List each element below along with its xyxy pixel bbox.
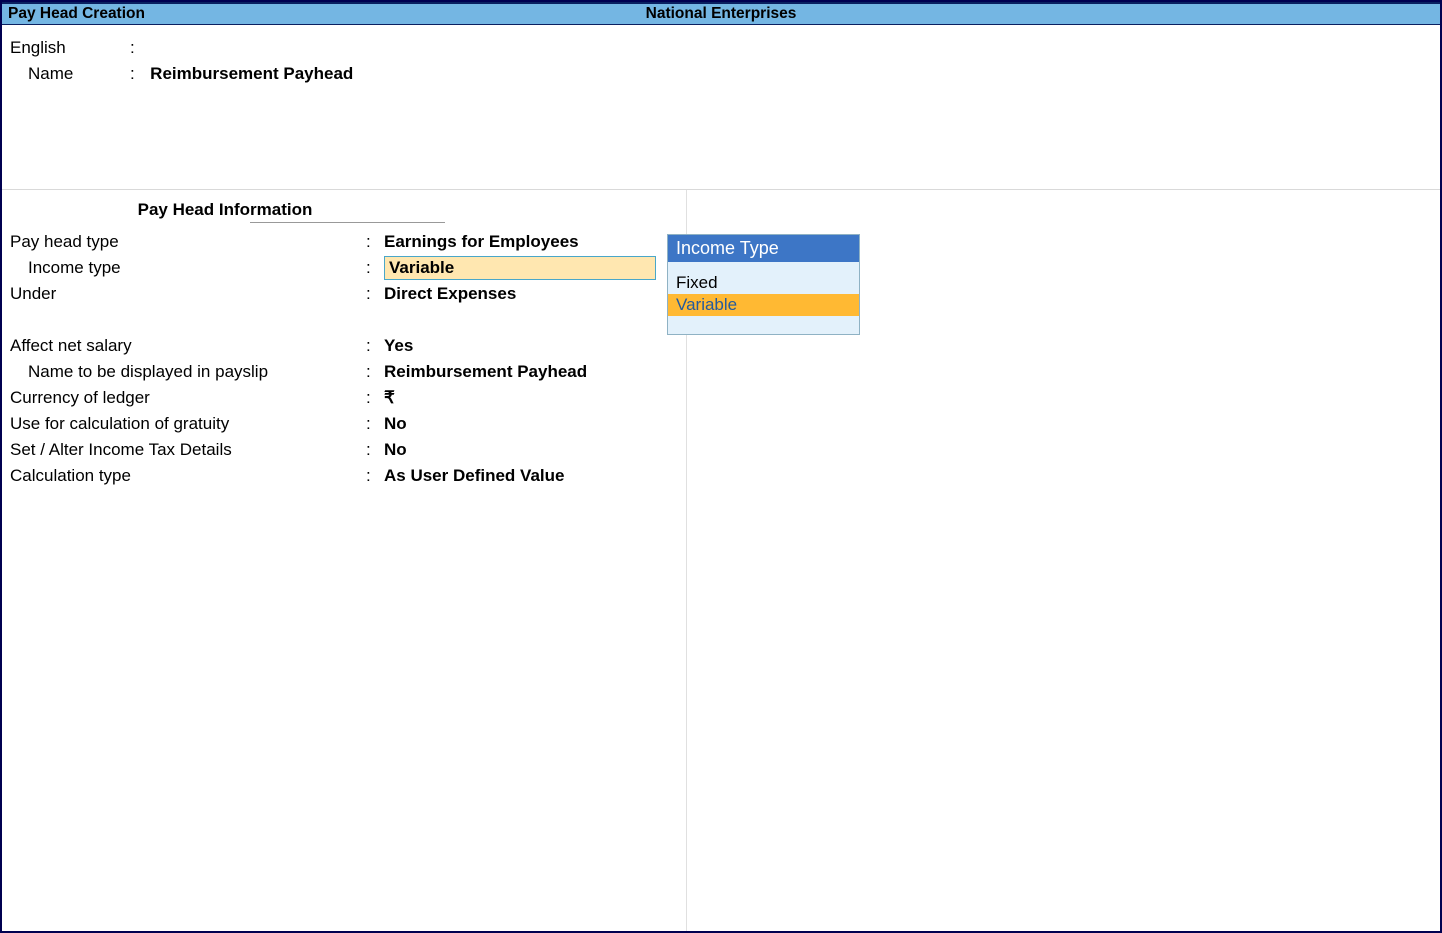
window-titlebar: Pay Head Creation National Enterprises [2, 2, 1440, 25]
colon: : [366, 281, 384, 307]
dropdown-option-variable[interactable]: Variable [668, 294, 859, 316]
section-title: Pay Head Information [10, 200, 440, 220]
income-type-input[interactable]: Variable [384, 256, 656, 280]
field-label: Name to be displayed in payslip [10, 359, 366, 385]
colon: : [366, 359, 384, 385]
field-value[interactable]: ₹ [384, 385, 395, 411]
field-label: Calculation type [10, 463, 366, 489]
name-row: Name : Reimbursement Payhead [10, 61, 1432, 87]
colon: : [366, 333, 384, 359]
field-value[interactable]: Reimbursement Payhead [384, 359, 587, 385]
field-affect-net-salary: Affect net salary : Yes [10, 333, 678, 359]
colon: : [366, 463, 384, 489]
field-value[interactable]: No [384, 437, 407, 463]
main-area: Pay Head Information Pay head type : Ear… [2, 190, 1440, 931]
field-label: Set / Alter Income Tax Details [10, 437, 366, 463]
field-income-type: Income type : Variable [10, 255, 678, 281]
income-type-dropdown: Income Type Fixed Variable [667, 234, 860, 335]
company-name: National Enterprises [646, 5, 797, 23]
field-currency: Currency of ledger : ₹ [10, 385, 678, 411]
name-label: Name [10, 61, 130, 87]
dropdown-bottom [668, 316, 859, 334]
colon: : [366, 255, 384, 281]
field-label: Under [10, 281, 366, 307]
field-value[interactable]: As User Defined Value [384, 463, 564, 489]
colon: : [366, 437, 384, 463]
language-label: English [10, 35, 130, 61]
colon: : [130, 35, 141, 61]
screen-title: Pay Head Creation [2, 5, 145, 23]
spacer [10, 307, 678, 333]
field-value[interactable]: Direct Expenses [384, 281, 516, 307]
field-tax-details: Set / Alter Income Tax Details : No [10, 437, 678, 463]
field-label: Use for calculation of gratuity [10, 411, 366, 437]
dropdown-gap [668, 262, 859, 272]
field-payslip-name: Name to be displayed in payslip : Reimbu… [10, 359, 678, 385]
language-row: English : [10, 35, 1432, 61]
colon: : [366, 411, 384, 437]
dropdown-title: Income Type [668, 235, 859, 262]
payhead-creation-window: Pay Head Creation National Enterprises E… [0, 0, 1442, 933]
field-label: Affect net salary [10, 333, 366, 359]
colon: : [366, 229, 384, 255]
field-under: Under : Direct Expenses [10, 281, 678, 307]
payhead-info-panel: Pay Head Information Pay head type : Ear… [2, 190, 686, 489]
section-underline [250, 222, 445, 223]
field-value[interactable]: Earnings for Employees [384, 229, 579, 255]
field-label: Currency of ledger [10, 385, 366, 411]
name-value[interactable]: Reimbursement Payhead [150, 61, 353, 87]
colon: : [130, 61, 150, 87]
field-gratuity: Use for calculation of gratuity : No [10, 411, 678, 437]
dropdown-option-fixed[interactable]: Fixed [668, 272, 859, 294]
field-pay-head-type: Pay head type : Earnings for Employees [10, 229, 678, 255]
colon: : [366, 385, 384, 411]
field-calculation-type: Calculation type : As User Defined Value [10, 463, 678, 489]
header-section: English : Name : Reimbursement Payhead [2, 25, 1440, 190]
field-value[interactable]: Yes [384, 333, 413, 359]
field-value[interactable]: No [384, 411, 407, 437]
field-label: Income type [10, 255, 366, 281]
field-label: Pay head type [10, 229, 366, 255]
